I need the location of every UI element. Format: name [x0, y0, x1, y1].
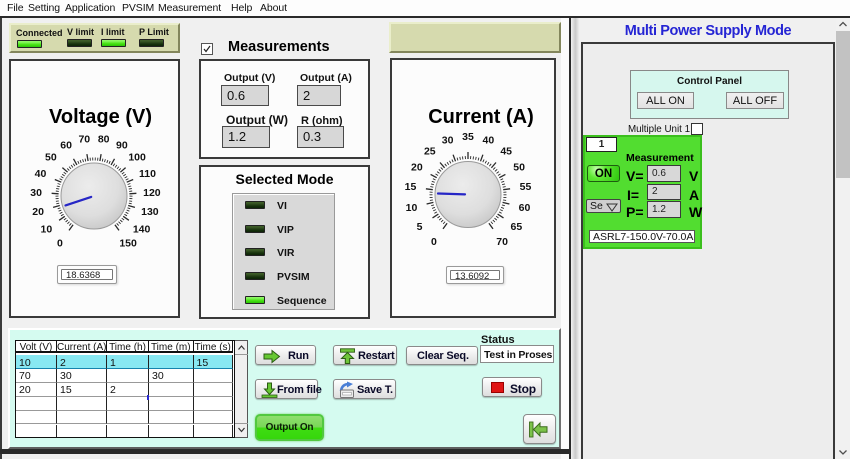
svg-text:10: 10 [41, 224, 53, 236]
svg-text:110: 110 [139, 168, 156, 180]
svg-text:150: 150 [119, 237, 137, 249]
svg-text:45: 45 [500, 145, 512, 157]
svg-text:40: 40 [483, 135, 495, 147]
svg-text:20: 20 [32, 206, 44, 218]
svg-text:10: 10 [406, 202, 418, 214]
svg-text:140: 140 [133, 224, 151, 236]
svg-text:65: 65 [511, 221, 523, 233]
svg-text:80: 80 [98, 133, 110, 145]
svg-text:90: 90 [116, 140, 128, 152]
svg-text:25: 25 [424, 145, 436, 157]
svg-text:30: 30 [30, 187, 42, 199]
svg-text:70: 70 [78, 133, 90, 145]
svg-text:60: 60 [60, 140, 72, 152]
svg-text:15: 15 [405, 181, 417, 193]
svg-text:50: 50 [45, 152, 57, 164]
svg-text:0: 0 [57, 237, 63, 249]
svg-text:70: 70 [496, 236, 508, 248]
svg-text:55: 55 [520, 181, 532, 193]
svg-text:120: 120 [143, 187, 161, 199]
svg-text:130: 130 [141, 206, 159, 218]
svg-text:60: 60 [519, 202, 531, 214]
svg-text:20: 20 [411, 162, 423, 174]
svg-text:40: 40 [35, 168, 47, 180]
svg-text:30: 30 [442, 135, 454, 147]
svg-text:50: 50 [513, 162, 525, 174]
svg-text:35: 35 [462, 131, 474, 143]
svg-text:5: 5 [417, 221, 423, 233]
svg-text:0: 0 [431, 236, 437, 248]
svg-text:100: 100 [128, 152, 146, 164]
